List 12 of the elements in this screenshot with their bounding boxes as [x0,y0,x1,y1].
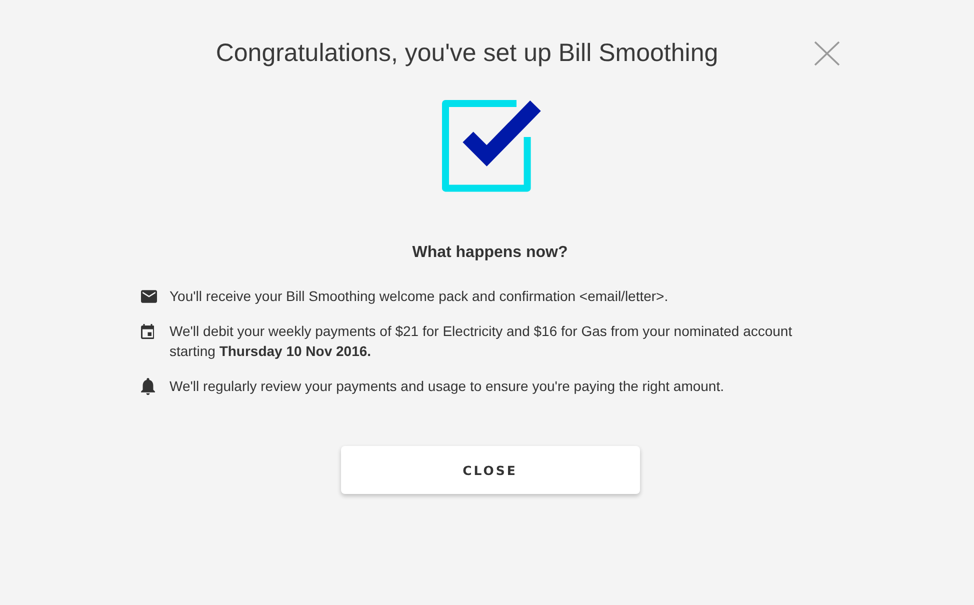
step-text: You'll receive your Bill Smoothing welcome pack and confirmation <email/letter>. [170,287,668,306]
close-button[interactable]: CLOSE [340,446,640,494]
dialog-title: Congratulations, you've set up Bill Smoothing [214,38,720,69]
step-text: We'll debit your weekly payments of $21 for Electricity and $16 for Gas from your nominated account starting Thursday 10 Nov 2016. [170,322,794,361]
bell-icon [140,378,154,394]
close-icon [814,40,840,66]
checkmark-box-icon [442,100,542,192]
step-text: We'll regularly review your payments and usage to ensure you're paying the right amount. [170,377,724,396]
calendar-icon [140,324,154,338]
close-button[interactable] [814,40,840,66]
envelope-icon [140,290,156,302]
section-heading: What happens now? [412,243,568,263]
